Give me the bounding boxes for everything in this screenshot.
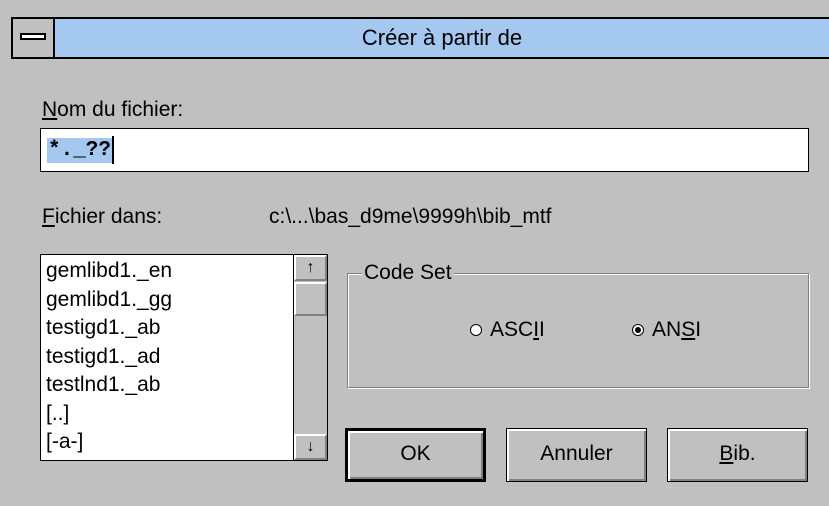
scroll-down-button[interactable]: ↓ xyxy=(294,434,327,460)
code-set-group xyxy=(347,273,809,388)
radio-ascii-label-post: I xyxy=(539,318,545,341)
radio-ansi[interactable]: ANSI xyxy=(632,318,701,342)
filename-label-text: om du fichier: xyxy=(57,98,184,121)
ok-button[interactable]: OK xyxy=(345,428,486,482)
window-title: Créer à partir de xyxy=(361,25,523,50)
directory-path: c:\...\bas_d9me\9999h\bib_mtf xyxy=(269,205,552,228)
file-list-item[interactable]: testigd1._ab xyxy=(46,314,294,343)
system-menu-icon xyxy=(20,33,46,40)
file-list-item[interactable]: [-a-] xyxy=(46,428,294,457)
arrow-up-icon: ↑ xyxy=(306,259,315,276)
directory-label-text: ichier dans: xyxy=(54,205,163,228)
filename-input[interactable]: *._?? xyxy=(40,128,809,172)
file-list-item[interactable]: gemlibd1._en xyxy=(46,257,294,286)
file-list-items: gemlibd1._en gemlibd1._gg testigd1._ab test… xyxy=(41,255,294,461)
radio-ascii-label-pre: ASC xyxy=(490,318,534,341)
directory-label-accel: F xyxy=(42,205,55,228)
radio-ansi-label: ANSI xyxy=(652,318,701,342)
filename-label: Nom du fichier: xyxy=(42,98,183,122)
radio-ansi-label-accel: S xyxy=(681,318,696,341)
cancel-button[interactable]: Annuler xyxy=(506,428,647,482)
scroll-up-button[interactable]: ↑ xyxy=(294,255,327,281)
radio-ansi-circle[interactable] xyxy=(632,324,644,336)
title-bar[interactable]: Créer à partir de xyxy=(11,17,829,59)
radio-ascii[interactable]: ASCII xyxy=(470,318,545,342)
file-list-scrollbar[interactable]: ↑ ↓ xyxy=(293,255,327,460)
radio-ascii-circle[interactable] xyxy=(470,324,482,336)
filename-value: *._?? xyxy=(47,137,113,163)
file-list-item[interactable]: testigd1._ad xyxy=(46,343,294,372)
radio-ascii-label: ASCII xyxy=(490,318,545,342)
file-list[interactable]: gemlibd1._en gemlibd1._gg testigd1._ab test… xyxy=(40,254,328,461)
radio-ansi-label-pre: AN xyxy=(652,318,682,341)
system-menu-button[interactable] xyxy=(13,19,55,57)
bib-button-accel: B xyxy=(719,442,734,465)
directory-label: Fichier dans: xyxy=(42,205,162,229)
file-list-item[interactable]: testlnd1._ab xyxy=(46,371,294,400)
filename-label-accel: N xyxy=(42,98,58,121)
code-set-title: Code Set xyxy=(362,261,454,285)
file-list-item[interactable]: [..] xyxy=(46,400,294,429)
file-list-item[interactable]: gemlibd1._gg xyxy=(46,286,294,315)
bib-button-text: ib. xyxy=(733,442,756,465)
bib-button[interactable]: Bib. xyxy=(667,428,808,482)
arrow-down-icon: ↓ xyxy=(306,438,315,455)
radio-ansi-label-post: I xyxy=(695,318,702,341)
text-caret xyxy=(112,136,115,164)
scroll-thumb[interactable] xyxy=(294,282,327,316)
create-from-dialog: Créer à partir de Nom du fichier: *._?? … xyxy=(0,0,829,506)
